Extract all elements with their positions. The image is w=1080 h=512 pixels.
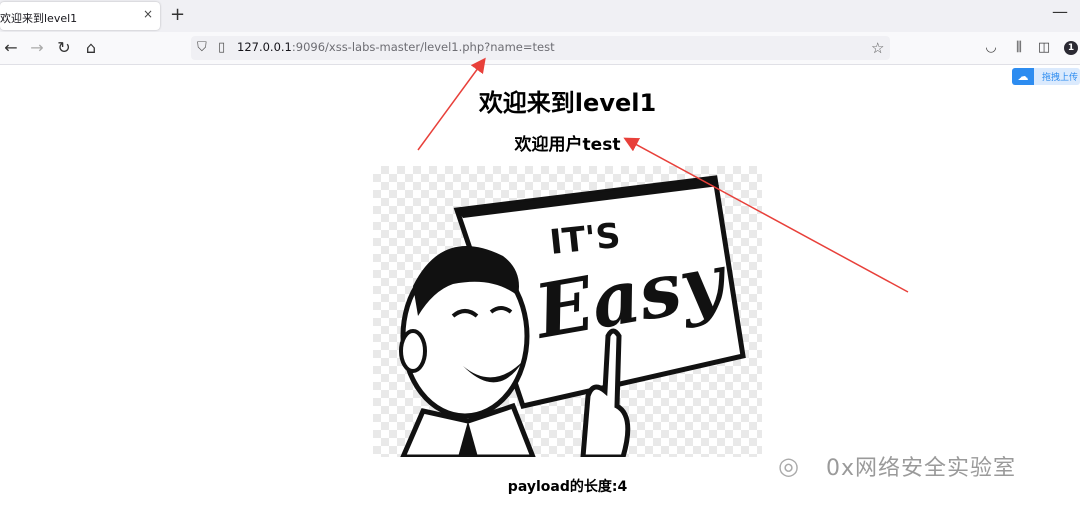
browser-tab[interactable]: 欢迎来到level1 × [0, 2, 160, 30]
wechat-icon: ◎ [778, 452, 799, 480]
sidebar-icon[interactable]: ◫ [1034, 32, 1054, 64]
page-info-icon[interactable]: ▯ [218, 36, 225, 60]
navigation-toolbar: ← → ↻ ⌂ ⛉ ▯ 127.0.0.1:9096/xss-labs-mast… [0, 32, 1080, 65]
tab-strip: 欢迎来到level1 × + — [0, 0, 1080, 32]
man-ear [399, 329, 427, 373]
library-icon[interactable]: ⫼ [1009, 32, 1029, 64]
minimize-button[interactable]: — [1052, 2, 1068, 21]
url-text[interactable]: 127.0.0.1:9096/xss-labs-master/level1.ph… [237, 40, 555, 54]
watermark-text: 0x网络安全实验室 [826, 456, 1017, 481]
reload-icon[interactable]: ↻ [53, 32, 75, 64]
address-bar[interactable]: ⛉ ▯ 127.0.0.1:9096/xss-labs-master/level… [191, 36, 890, 60]
upload-label: 拖拽上传 [1042, 73, 1079, 83]
page-title: 欢迎来到level1 [478, 89, 657, 117]
forward-icon[interactable]: → [26, 32, 48, 64]
new-tab-button[interactable]: + [170, 4, 185, 25]
its-easy-illustration: IT'S Easy [399, 175, 746, 460]
url-path: :9096/xss-labs-master/level1.php?name=te… [291, 40, 555, 54]
close-tab-icon[interactable]: × [143, 7, 153, 21]
home-icon[interactable]: ⌂ [80, 32, 102, 64]
welcome-user-text: 欢迎用户test [514, 135, 621, 155]
tab-title: 欢迎来到level1 [0, 12, 78, 25]
back-icon[interactable]: ← [0, 32, 22, 64]
bookmark-star-icon[interactable]: ☆ [871, 36, 884, 60]
url-host: 127.0.0.1 [237, 40, 292, 54]
its-easy-image: IT'S Easy [373, 166, 762, 460]
shield-icon[interactable]: ⛉ [197, 36, 207, 60]
extension-badge[interactable]: 1 [1064, 41, 1078, 55]
pocket-icon[interactable]: ◡ [981, 32, 1001, 64]
